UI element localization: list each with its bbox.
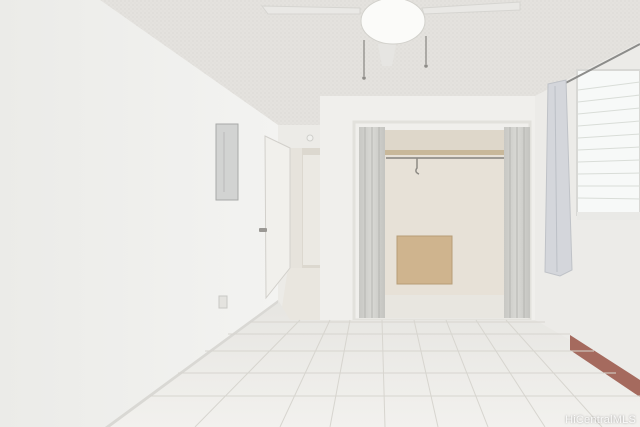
closet-door-left [359,127,385,318]
smoke-detector [306,134,314,142]
closet-floor [384,295,506,318]
closet-shelf [384,150,506,155]
hallway-door [303,155,321,265]
electrical-panel [215,123,239,201]
wall-outlet [218,295,228,309]
watermark-text: HiCentralMLS [565,414,636,426]
closet-panel [396,235,453,285]
door-handle [259,228,267,232]
window [576,69,640,216]
closet-door-right [504,127,530,318]
room-illustration [0,0,640,427]
room-photo: HiCentralMLS [0,0,640,427]
